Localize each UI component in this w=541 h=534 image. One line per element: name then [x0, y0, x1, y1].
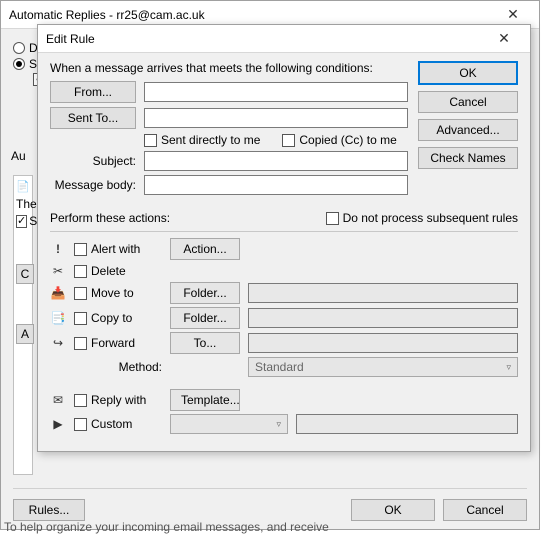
action-button[interactable]: Action...	[170, 238, 240, 260]
delete-icon: ✂	[50, 263, 66, 279]
move-to-check[interactable]: Move to	[74, 286, 162, 300]
forward-label: Forward	[91, 336, 135, 350]
radio-icon	[13, 58, 25, 70]
checkbox-icon	[74, 265, 87, 278]
chevron-down-icon: ▿	[506, 362, 511, 373]
checkbox-icon	[74, 243, 87, 256]
ok-button[interactable]: OK	[418, 61, 518, 85]
checkbox-icon	[282, 134, 295, 147]
message-body-label: Message body:	[50, 178, 136, 192]
copied-cc-check[interactable]: Copied (Cc) to me	[282, 133, 396, 147]
radio-icon	[13, 42, 25, 54]
forward-to-button[interactable]: To...	[170, 332, 240, 354]
sent-to-input[interactable]	[144, 108, 408, 128]
checkbox-icon	[144, 134, 157, 147]
reply-with-label: Reply with	[91, 393, 146, 407]
no-process-check[interactable]: Do not process subsequent rules	[326, 211, 518, 225]
subject-input[interactable]	[144, 151, 408, 171]
template-button[interactable]: Template...	[170, 389, 240, 411]
sent-to-button[interactable]: Sent To...	[50, 107, 136, 129]
copy-folder-button[interactable]: Folder...	[170, 307, 240, 329]
cancel-button-back[interactable]: Cancel	[443, 499, 527, 521]
delete-check[interactable]: Delete	[74, 264, 162, 278]
dialog-title: Edit Rule	[46, 32, 95, 46]
alert-with-check[interactable]: Alert with	[74, 242, 162, 256]
copy-icon: 📑	[50, 310, 66, 326]
forward-to-field	[248, 333, 518, 353]
reply-icon: ✉	[50, 392, 66, 408]
ok-button-back[interactable]: OK	[351, 499, 435, 521]
no-process-label: Do not process subsequent rules	[343, 211, 518, 225]
from-button[interactable]: From...	[50, 81, 136, 103]
from-input[interactable]	[144, 82, 408, 102]
move-to-label: Move to	[91, 286, 134, 300]
copy-folder-field	[248, 308, 518, 328]
custom-combo[interactable]: ▿	[170, 414, 288, 434]
custom-field	[296, 414, 518, 434]
checkbox-icon	[326, 212, 339, 225]
move-folder-button[interactable]: Folder...	[170, 282, 240, 304]
sent-directly-check[interactable]: Sent directly to me	[144, 133, 260, 147]
checkbox-icon[interactable]	[16, 215, 27, 228]
checkbox-icon	[74, 394, 87, 407]
move-folder-field	[248, 283, 518, 303]
checkbox-icon	[74, 312, 87, 325]
custom-icon: ▶	[50, 416, 66, 432]
custom-label: Custom	[91, 417, 132, 431]
method-label: Method:	[119, 360, 162, 374]
chevron-down-icon: ▿	[276, 419, 281, 430]
close-icon[interactable]: ✕	[484, 27, 524, 51]
message-body-input[interactable]	[144, 175, 408, 195]
copy-to-check[interactable]: Copy to	[74, 311, 162, 325]
custom-check[interactable]: Custom	[74, 417, 162, 431]
btn-c[interactable]: C	[16, 264, 34, 284]
edit-rule-dialog: Edit Rule ✕ When a message arrives that …	[37, 24, 531, 452]
divider	[50, 231, 518, 232]
forward-icon: ↪	[50, 335, 66, 351]
window-title: Automatic Replies - rr25@cam.ac.uk	[9, 8, 205, 22]
move-icon: 📥	[50, 285, 66, 301]
copy-to-label: Copy to	[91, 311, 132, 325]
subject-label: Subject:	[50, 154, 136, 168]
method-value: Standard	[255, 360, 304, 374]
check-names-button[interactable]: Check Names	[418, 147, 518, 169]
btn-a[interactable]: A	[16, 324, 34, 344]
cancel-button[interactable]: Cancel	[418, 91, 518, 113]
alert-with-label: Alert with	[91, 242, 140, 256]
spacer-icon	[50, 359, 66, 375]
alert-icon: !	[50, 241, 66, 257]
forward-check[interactable]: Forward	[74, 336, 162, 350]
tab-auto: Au	[11, 149, 26, 163]
copied-cc-label: Copied (Cc) to me	[299, 133, 396, 147]
titlebar-modal: Edit Rule ✕	[38, 25, 530, 53]
conditions-header: When a message arrives that meets the fo…	[50, 61, 408, 75]
sent-directly-label: Sent directly to me	[161, 133, 260, 147]
checkbox-icon	[74, 287, 87, 300]
rules-button[interactable]: Rules...	[13, 499, 85, 521]
close-icon[interactable]: ✕	[493, 3, 533, 27]
perform-actions-label: Perform these actions:	[50, 211, 170, 225]
back-panel: 📄 The Sta C A	[13, 175, 33, 475]
checkbox-icon	[74, 418, 87, 431]
delete-label: Delete	[91, 264, 126, 278]
panel-the: The	[16, 197, 30, 211]
method-combo[interactable]: Standard ▿	[248, 357, 518, 377]
checkbox-icon	[74, 337, 87, 350]
advanced-button[interactable]: Advanced...	[418, 119, 518, 141]
reply-with-check[interactable]: Reply with	[74, 393, 162, 407]
